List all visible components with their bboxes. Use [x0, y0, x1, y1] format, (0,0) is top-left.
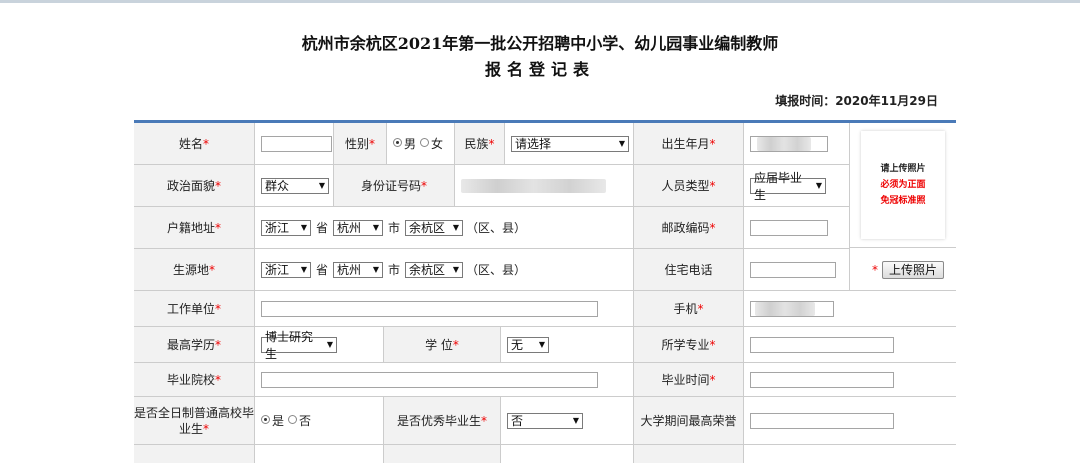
education-cell: 博士研究生 ▼: [255, 327, 384, 363]
honor-cell: [744, 397, 956, 445]
ethnicity-label: 民族 *: [455, 123, 505, 165]
origin-cell: 浙江 ▼ 省 杭州 ▼ 市 余杭区 ▼ （区、县）: [255, 249, 634, 291]
school-label: 毕业院校 *: [134, 363, 255, 397]
fulltime-no-radio[interactable]: [288, 415, 298, 424]
honor-input[interactable]: [750, 412, 894, 429]
ethnicity-cell: 请选择 ▼: [505, 123, 634, 165]
name-label: 姓名 *: [134, 123, 255, 165]
chevron-down-icon: ▼: [815, 181, 822, 190]
excellent-select[interactable]: 否 ▼: [507, 412, 583, 429]
next-row-cell-3: [744, 445, 956, 463]
education-label: 最高学历 *: [134, 327, 255, 363]
fulltime-cell: 是 否: [255, 397, 384, 445]
idcard-cell: [455, 165, 634, 207]
gender-female-radio[interactable]: [420, 138, 430, 147]
birth-cell: [744, 123, 850, 165]
registration-form: 姓名 * 性别 * 男 女 民族 * 请选择 ▼ 出生年月 * 政治面貌 * 群众 ▼ 身份证…: [134, 120, 956, 463]
fill-time: 填报时间：2020年11月29日: [775, 94, 938, 108]
photo-area: 请上传照片 必须为正面 免冠标准照: [850, 123, 956, 248]
next-row-cell: [255, 445, 384, 463]
gender-label: 性别 *: [334, 123, 387, 165]
page-title: 杭州市余杭区2021年第一批公开招聘中小学、幼儿园事业编制教师: [301, 34, 779, 53]
chevron-down-icon: ▼: [618, 139, 625, 148]
top-border: [0, 0, 1080, 3]
chevron-down-icon: ▼: [538, 340, 545, 349]
huji-city-select[interactable]: 杭州 ▼: [333, 219, 384, 236]
degree-select[interactable]: 无 ▼: [507, 336, 549, 353]
chevron-down-icon: ▼: [300, 223, 307, 232]
fulltime-label: 是否全日制普通高校毕业生*: [134, 397, 255, 445]
grad-time-input[interactable]: [750, 371, 894, 388]
grad-time-label: 毕业时间 *: [634, 363, 744, 397]
chevron-down-icon: ▼: [452, 223, 460, 232]
chevron-down-icon: ▼: [318, 181, 325, 190]
chevron-down-icon: ▼: [300, 265, 307, 274]
political-label: 政治面貌 *: [134, 165, 255, 207]
home-phone-label: 住宅电话: [634, 249, 744, 291]
huji-cell: 浙江 ▼ 省 杭州 ▼ 市 余杭区 ▼ （区、县）: [255, 207, 634, 249]
political-select[interactable]: 群众 ▼: [261, 177, 329, 194]
next-row-label-2: [384, 445, 501, 463]
chevron-down-icon: ▼: [452, 265, 460, 274]
page-subtitle: 报名登记表: [484, 60, 595, 79]
work-unit-input[interactable]: [261, 300, 598, 317]
next-row-label: [134, 445, 255, 463]
person-type-cell: 应届毕业生 ▼: [744, 165, 850, 207]
next-row-label-3: [634, 445, 744, 463]
birth-label: 出生年月 *: [634, 123, 744, 165]
postcode-cell: [744, 207, 850, 249]
origin-label: 生源地 *: [134, 249, 255, 291]
excellent-label: 是否优秀毕业生 *: [384, 397, 501, 445]
grad-time-cell: [744, 363, 956, 397]
work-unit-label: 工作单位 *: [134, 291, 255, 327]
name-input[interactable]: [261, 135, 332, 152]
chevron-down-icon: ▼: [326, 340, 333, 349]
degree-cell: 无 ▼: [501, 327, 634, 363]
postcode-label: 邮政编码 *: [634, 207, 744, 249]
origin-city-select[interactable]: 杭州 ▼: [333, 261, 384, 278]
postcode-input[interactable]: [750, 219, 828, 236]
gender-male-radio[interactable]: [393, 138, 402, 147]
mobile-input[interactable]: [750, 300, 834, 317]
next-row-cell-2: [501, 445, 634, 463]
degree-label: 学 位 *: [384, 327, 501, 363]
home-phone-input[interactable]: [750, 261, 836, 278]
person-type-select[interactable]: 应届毕业生 ▼: [750, 171, 826, 202]
excellent-cell: 否 ▼: [501, 397, 634, 445]
fulltime-yes-radio[interactable]: [261, 415, 270, 424]
huji-district-select[interactable]: 余杭区 ▼: [405, 219, 464, 236]
upload-cell: * 上传照片: [850, 249, 956, 291]
redacted-value: [757, 136, 811, 151]
origin-district-select[interactable]: 余杭区 ▼: [405, 261, 464, 278]
mobile-label: 手机 *: [634, 291, 744, 327]
school-cell: [255, 363, 634, 397]
political-cell: 群众 ▼: [255, 165, 334, 207]
origin-province-select[interactable]: 浙江 ▼: [261, 261, 311, 278]
home-phone-cell: [744, 249, 850, 291]
huji-province-select[interactable]: 浙江 ▼: [261, 219, 311, 236]
chevron-down-icon: ▼: [572, 416, 579, 425]
chevron-down-icon: ▼: [372, 265, 380, 274]
photo-placeholder[interactable]: 请上传照片 必须为正面 免冠标准照: [861, 131, 945, 239]
upload-photo-button[interactable]: 上传照片: [882, 260, 945, 279]
major-input[interactable]: [750, 336, 894, 353]
work-unit-cell: [255, 291, 634, 327]
gender-cell: 男 女: [387, 123, 455, 165]
birth-input[interactable]: [750, 135, 828, 152]
huji-label: 户籍地址 *: [134, 207, 255, 249]
name-cell: [255, 123, 334, 165]
honor-label: 大学期间最高荣誉: [634, 397, 744, 445]
major-label: 所学专业 *: [634, 327, 744, 363]
school-input[interactable]: [261, 371, 598, 388]
idcard-redacted[interactable]: [461, 178, 606, 193]
education-select[interactable]: 博士研究生 ▼: [261, 330, 337, 361]
idcard-label: 身份证号码 *: [334, 165, 455, 207]
mobile-cell: [744, 291, 956, 327]
person-type-label: 人员类型 *: [634, 165, 744, 207]
major-cell: [744, 327, 956, 363]
chevron-down-icon: ▼: [372, 223, 380, 232]
ethnicity-select[interactable]: 请选择 ▼: [511, 135, 629, 152]
redacted-value: [755, 301, 815, 316]
